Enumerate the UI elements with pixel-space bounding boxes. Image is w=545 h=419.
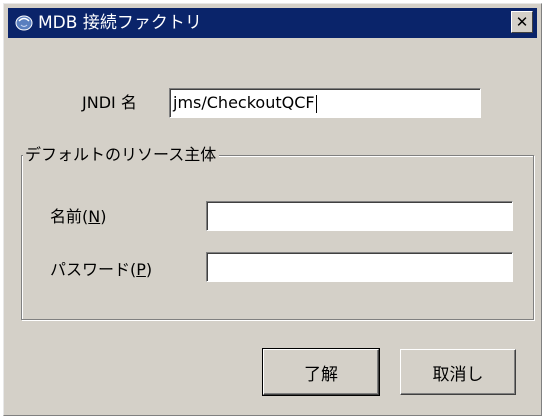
- resource-principal-group-title: デフォルトのリソース主体: [23, 144, 220, 166]
- name-label: 名前(N): [50, 207, 107, 226]
- cancel-button-label: 取消し: [432, 364, 484, 385]
- ok-button[interactable]: 了解: [262, 348, 380, 396]
- jndi-name-label: JNDI 名: [82, 93, 137, 112]
- password-input[interactable]: [206, 252, 513, 282]
- title-bar[interactable]: MDB 接続ファクトリ ✕: [8, 8, 537, 38]
- jndi-name-value: jms/CheckoutQCF: [173, 93, 315, 112]
- password-mnemonic: P: [136, 260, 146, 279]
- cancel-button[interactable]: 取消し: [400, 349, 516, 395]
- mdb-connection-factory-dialog: MDB 接続ファクトリ ✕ JNDI 名 jms/CheckoutQCF デフォ…: [3, 3, 542, 416]
- window-title: MDB 接続ファクトリ: [38, 13, 202, 33]
- coffee-cup-icon: [15, 15, 33, 31]
- jndi-name-input[interactable]: jms/CheckoutQCF: [169, 88, 481, 118]
- resource-principal-group: [21, 155, 534, 320]
- text-caret: [315, 94, 317, 113]
- ok-button-label: 了解: [304, 364, 338, 385]
- close-icon: ✕: [515, 12, 529, 31]
- name-mnemonic: N: [88, 207, 101, 226]
- name-input[interactable]: [206, 201, 513, 231]
- close-button[interactable]: ✕: [511, 11, 533, 33]
- password-label: パスワード(P): [50, 260, 153, 279]
